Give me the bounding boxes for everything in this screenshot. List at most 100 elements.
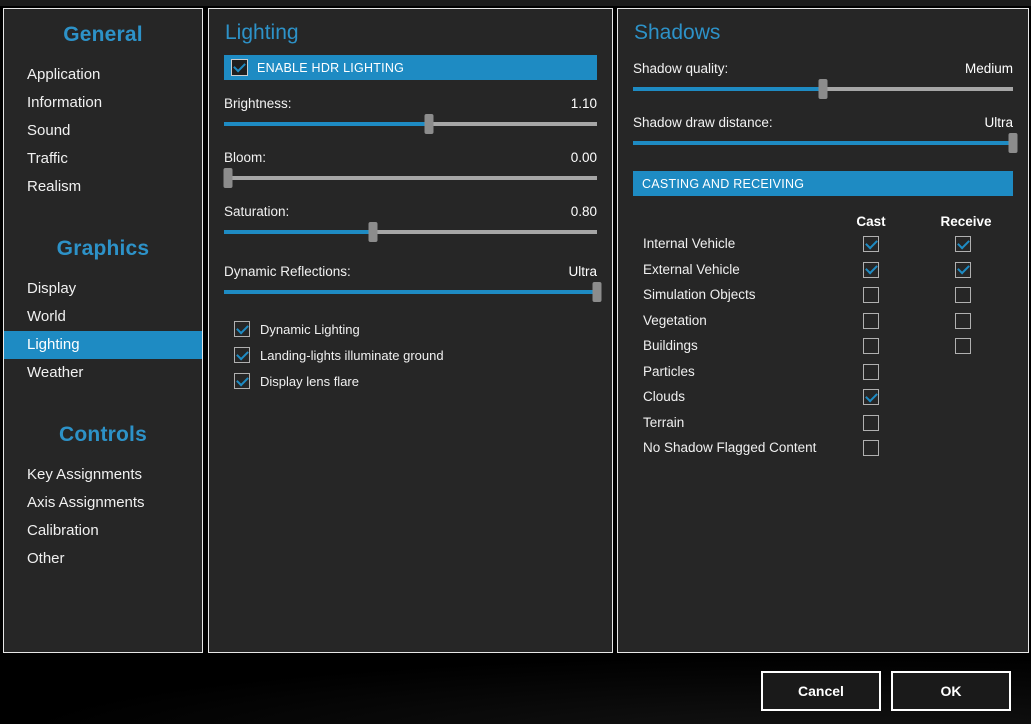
shadow-sliders: Shadow quality: Medium Shadow draw distanc… xyxy=(633,61,1018,153)
settings-sidebar: General Application Information Sound Traffi… xyxy=(3,8,203,653)
shadow-casting-table: Cast Receive Internal Vehicle External Ve… xyxy=(633,214,1013,464)
option-label: Display lens flare xyxy=(260,373,359,389)
brightness-value: 1.10 xyxy=(570,96,597,111)
table-row: Particles xyxy=(633,362,1013,388)
shadow-draw-distance-slider: Shadow draw distance: Ultra xyxy=(633,115,1018,153)
slider-knob[interactable] xyxy=(368,222,378,242)
slider-fill xyxy=(224,230,374,234)
shadow-draw-distance-track[interactable] xyxy=(633,133,1018,153)
table-row: Simulation Objects xyxy=(633,285,1013,311)
sidebar-item-key-assignments[interactable]: Key Assignments xyxy=(4,461,202,489)
shadows-panel: Shadows Shadow quality: Medium Shadow draw… xyxy=(617,8,1029,653)
sidebar-item-sound[interactable]: Sound xyxy=(4,117,202,145)
sidebar-item-axis-assignments[interactable]: Axis Assignments xyxy=(4,489,202,517)
dynamic-reflections-track[interactable] xyxy=(224,282,602,302)
shadow-quality-slider: Shadow quality: Medium xyxy=(633,61,1013,99)
sidebar-group-title-general: General xyxy=(63,23,143,46)
brightness-label: Brightness: xyxy=(224,96,292,111)
table-row: Buildings xyxy=(633,336,1013,362)
sidebar-item-realism[interactable]: Realism xyxy=(4,173,202,201)
lighting-panel: Lighting ENABLE HDR LIGHTING Brightness:… xyxy=(208,8,613,653)
shadow-quality-label: Shadow quality: xyxy=(633,61,729,76)
shadow-row-label: Buildings xyxy=(643,338,698,353)
table-row: Vegetation xyxy=(633,311,1013,337)
enable-hdr-lighting-checkbox[interactable] xyxy=(231,59,248,76)
receive-checkbox[interactable] xyxy=(955,236,971,252)
shadow-table-header: Cast Receive xyxy=(633,214,1013,234)
option-dynamic-lighting[interactable]: Dynamic Lighting xyxy=(234,316,612,342)
receive-checkbox[interactable] xyxy=(955,261,971,278)
enable-hdr-lighting-row[interactable]: ENABLE HDR LIGHTING xyxy=(224,55,597,80)
casting-and-receiving-bar: CASTING AND RECEIVING xyxy=(633,171,1013,196)
enable-hdr-lighting-label: ENABLE HDR LIGHTING xyxy=(257,60,405,75)
settings-window: General Application Information Sound Traffi… xyxy=(0,0,1031,724)
cast-checkbox[interactable] xyxy=(863,389,879,405)
sidebar-item-application[interactable]: Application xyxy=(4,61,202,89)
sidebar-item-display[interactable]: Display xyxy=(4,275,202,303)
bloom-slider: Bloom: 0.00 xyxy=(223,150,597,188)
option-label: Landing-lights illuminate ground xyxy=(260,347,444,363)
sidebar-item-information[interactable]: Information xyxy=(4,89,202,117)
slider-knob[interactable] xyxy=(592,282,602,302)
checkbox[interactable] xyxy=(234,321,250,337)
cast-checkbox[interactable] xyxy=(863,287,879,303)
slider-fill xyxy=(224,290,597,294)
cast-checkbox[interactable] xyxy=(863,236,879,252)
slider-fill xyxy=(633,141,1013,145)
saturation-slider: Saturation: 0.80 xyxy=(224,204,597,242)
saturation-track[interactable] xyxy=(224,222,597,242)
table-row: Terrain xyxy=(633,413,1013,439)
slider-rail xyxy=(224,176,597,180)
checkbox[interactable] xyxy=(234,347,250,363)
sidebar-item-weather[interactable]: Weather xyxy=(4,359,202,387)
bloom-track[interactable] xyxy=(223,168,597,188)
sidebar-item-other[interactable]: Other xyxy=(4,545,202,573)
cancel-button[interactable]: Cancel xyxy=(761,671,881,711)
brightness-track[interactable] xyxy=(224,114,597,134)
bloom-label: Bloom: xyxy=(224,150,267,165)
ok-button[interactable]: OK xyxy=(891,671,1011,711)
receive-checkbox[interactable] xyxy=(955,287,971,303)
table-row: Internal Vehicle xyxy=(633,234,1013,260)
bloom-value: 0.00 xyxy=(570,150,597,165)
cast-checkbox[interactable] xyxy=(863,440,879,456)
shadow-quality-value: Medium xyxy=(964,61,1013,76)
dynamic-reflections-value: Ultra xyxy=(568,264,597,279)
slider-knob[interactable] xyxy=(424,114,434,134)
shadow-row-label: Particles xyxy=(643,363,695,379)
checkbox[interactable] xyxy=(234,373,250,389)
shadow-row-label: Internal Vehicle xyxy=(643,236,736,251)
receive-checkbox[interactable] xyxy=(955,312,971,329)
saturation-label: Saturation: xyxy=(224,204,290,219)
sidebar-item-traffic[interactable]: Traffic xyxy=(4,145,202,173)
shadow-draw-distance-label: Shadow draw distance: xyxy=(633,115,773,130)
cast-checkbox[interactable] xyxy=(863,363,879,380)
shadow-draw-distance-value: Ultra xyxy=(984,115,1013,130)
cast-checkbox[interactable] xyxy=(863,414,879,431)
sidebar-item-lighting[interactable]: Lighting xyxy=(4,331,202,359)
option-display-lens-flare[interactable]: Display lens flare xyxy=(234,368,612,394)
lighting-options: Dynamic Lighting Landing-lights illuminat… xyxy=(209,316,612,394)
cast-checkbox[interactable] xyxy=(863,312,879,329)
slider-knob[interactable] xyxy=(818,79,828,99)
cast-checkbox[interactable] xyxy=(863,338,879,354)
column-header-cast: Cast xyxy=(856,214,886,229)
slider-knob[interactable] xyxy=(223,168,233,188)
slider-knob[interactable] xyxy=(1008,133,1018,153)
sidebar-item-calibration[interactable]: Calibration xyxy=(4,517,202,545)
sidebar-item-world[interactable]: World xyxy=(4,303,202,331)
option-landing-lights-illuminate-ground[interactable]: Landing-lights illuminate ground xyxy=(234,342,612,368)
column-header-receive: Receive xyxy=(940,214,992,229)
shadow-quality-track[interactable] xyxy=(633,79,1013,99)
shadow-row-label: No Shadow Flagged Content xyxy=(643,440,817,455)
shadow-row-label: Terrain xyxy=(643,414,685,430)
window-top-strip xyxy=(0,0,1031,6)
saturation-value: 0.80 xyxy=(570,204,597,219)
receive-checkbox[interactable] xyxy=(955,338,971,354)
cast-checkbox[interactable] xyxy=(863,261,879,278)
